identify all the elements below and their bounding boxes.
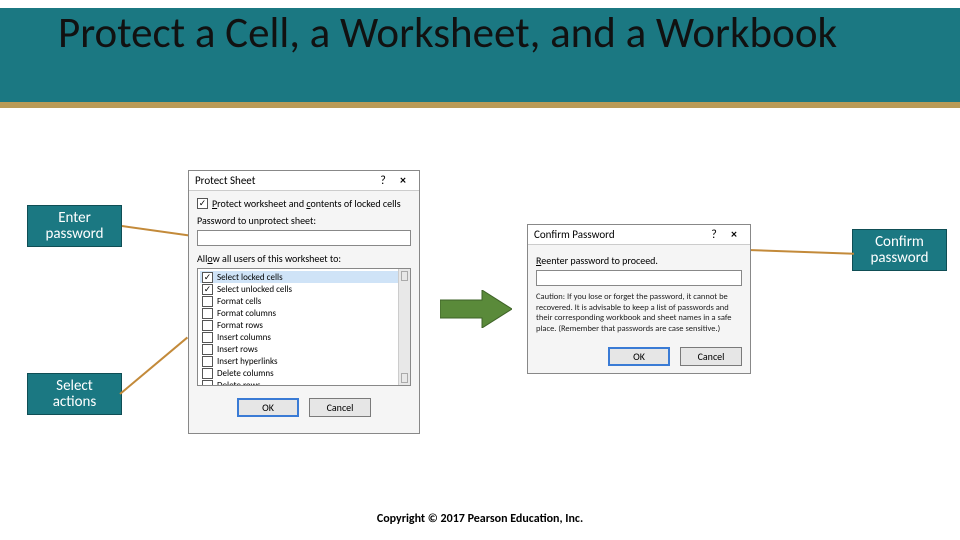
callout-confirm-password: Confirm password xyxy=(852,229,947,271)
ok-button[interactable]: OK xyxy=(237,398,299,417)
protect-contents-checkbox[interactable] xyxy=(197,198,208,209)
close-button[interactable]: × xyxy=(393,174,413,188)
permission-option[interactable]: Select locked cells xyxy=(200,271,408,283)
permission-checkbox[interactable] xyxy=(202,296,213,307)
permissions-listbox[interactable]: Select locked cellsSelect unlocked cells… xyxy=(197,268,411,386)
permission-checkbox[interactable] xyxy=(202,344,213,355)
permission-option[interactable]: Delete columns xyxy=(200,367,408,379)
permission-option[interactable]: Insert columns xyxy=(200,331,408,343)
password-label: Password to unprotect sheet: xyxy=(197,214,411,227)
permission-label: Format columns xyxy=(217,308,276,319)
permission-option[interactable]: Delete rows xyxy=(200,379,408,386)
dialog-title: Protect Sheet xyxy=(195,174,255,187)
permission-label: Insert columns xyxy=(217,332,271,343)
connector-line xyxy=(748,249,854,255)
permission-label: Insert rows xyxy=(217,344,258,355)
callout-enter-password: Enter password xyxy=(27,205,122,247)
permission-label: Delete rows xyxy=(217,380,261,387)
permission-option[interactable]: Insert hyperlinks xyxy=(200,355,408,367)
cancel-button[interactable]: Cancel xyxy=(680,347,742,366)
gold-rule xyxy=(0,102,960,108)
permission-label: Select locked cells xyxy=(217,272,283,283)
confirm-password-dialog: Confirm Password ? × Reenter password to… xyxy=(527,224,751,374)
permission-label: Format rows xyxy=(217,320,263,331)
help-button[interactable]: ? xyxy=(373,174,393,188)
close-button[interactable]: × xyxy=(724,228,744,242)
permission-label: Select unlocked cells xyxy=(217,284,292,295)
permission-option[interactable]: Format columns xyxy=(200,307,408,319)
permission-checkbox[interactable] xyxy=(202,320,213,331)
permission-label: Insert hyperlinks xyxy=(217,356,278,367)
permission-option[interactable]: Format cells xyxy=(200,295,408,307)
protect-sheet-dialog: Protect Sheet ? × Protect worksheet and … xyxy=(188,170,420,434)
arrow-right-icon xyxy=(440,290,512,328)
caution-text: Caution: If you lose or forget the passw… xyxy=(536,292,742,335)
connector-line xyxy=(119,337,188,395)
password-input[interactable] xyxy=(197,230,411,246)
permission-option[interactable]: Format rows xyxy=(200,319,408,331)
reenter-password-input[interactable] xyxy=(536,270,742,286)
permission-checkbox[interactable] xyxy=(202,380,213,387)
protect-contents-label: Protect worksheet and contents of locked… xyxy=(212,197,401,210)
permission-checkbox[interactable] xyxy=(202,356,213,367)
permission-checkbox[interactable] xyxy=(202,368,213,379)
callout-select-actions: Select actions xyxy=(27,373,122,415)
dialog-body: Protect worksheet and contents of locked… xyxy=(189,191,419,392)
permission-option[interactable]: Select unlocked cells xyxy=(200,283,408,295)
reenter-label: Reenter password to proceed. xyxy=(536,254,742,267)
permission-checkbox[interactable] xyxy=(202,284,213,295)
dialog-titlebar: Protect Sheet ? × xyxy=(189,171,419,191)
help-button[interactable]: ? xyxy=(704,228,724,242)
permission-checkbox[interactable] xyxy=(202,308,213,319)
ok-button[interactable]: OK xyxy=(608,347,670,366)
permission-option[interactable]: Insert rows xyxy=(200,343,408,355)
dialog-titlebar: Confirm Password ? × xyxy=(528,225,750,245)
copyright-footer: Copyright © 2017 Pearson Education, Inc. xyxy=(0,512,960,526)
permission-label: Format cells xyxy=(217,296,261,307)
allow-users-label: Allow all users of this worksheet to: xyxy=(197,252,411,265)
dialog-body: Reenter password to proceed. Caution: If… xyxy=(528,245,750,341)
scrollbar[interactable] xyxy=(398,269,410,385)
cancel-button[interactable]: Cancel xyxy=(309,398,371,417)
slide: Protect a Cell, a Worksheet, and a Workb… xyxy=(0,0,960,540)
permission-label: Delete columns xyxy=(217,368,274,379)
permission-checkbox[interactable] xyxy=(202,332,213,343)
dialog-title: Confirm Password xyxy=(534,228,615,241)
permission-checkbox[interactable] xyxy=(202,272,213,283)
page-title: Protect a Cell, a Worksheet, and a Workb… xyxy=(58,8,920,57)
